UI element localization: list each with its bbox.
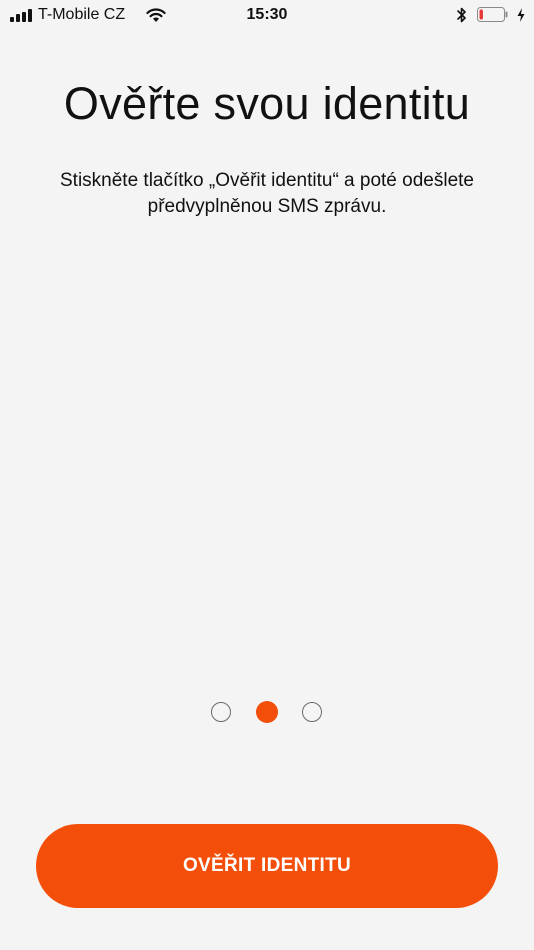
page-title: Ověřte svou identitu [63, 78, 471, 129]
page-indicator [0, 701, 534, 723]
page-dot-3 [302, 702, 322, 722]
page-dot-2-active [256, 701, 278, 723]
page-dot-1 [211, 702, 231, 722]
bluetooth-icon [456, 6, 468, 29]
status-bar: T-Mobile CZ 15:30 [0, 0, 534, 30]
verify-identity-button[interactable]: OVĚŘIT IDENTITU [36, 824, 498, 908]
page-description: Stiskněte tlačítko „Ověřit identitu“ a p… [60, 170, 474, 217]
status-time: 15:30 [246, 6, 288, 23]
battery-icon [477, 7, 509, 22]
charging-icon [516, 7, 526, 28]
